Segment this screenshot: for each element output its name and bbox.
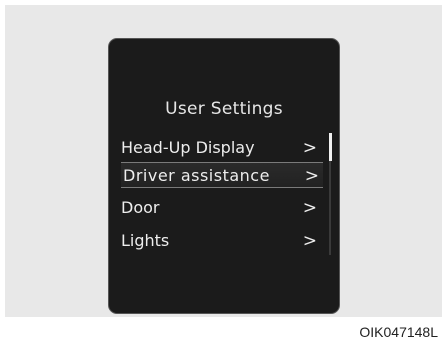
menu-item-label: Driver assistance [123, 166, 270, 185]
menu-item-label: Head-Up Display [121, 138, 255, 157]
cluster-display: User Settings Head-Up Display > Driver a… [108, 38, 340, 314]
chevron-right-icon: > [302, 198, 317, 218]
menu-item-label: Lights [121, 231, 170, 250]
menu-title: User Settings [165, 99, 283, 119]
menu-item-lights[interactable]: Lights > [121, 228, 321, 254]
menu-item-door[interactable]: Door > [121, 195, 321, 221]
menu-item-head-up-display[interactable]: Head-Up Display > [121, 135, 321, 161]
menu-item-driver-assistance[interactable]: Driver assistance > [121, 162, 323, 188]
scrollbar-thumb [329, 133, 332, 161]
menu-item-label: Door [121, 198, 160, 217]
chevron-right-icon: > [304, 166, 319, 186]
chevron-right-icon: > [302, 138, 317, 158]
chevron-right-icon: > [302, 231, 317, 251]
image-code: OIK047148L [359, 324, 438, 340]
